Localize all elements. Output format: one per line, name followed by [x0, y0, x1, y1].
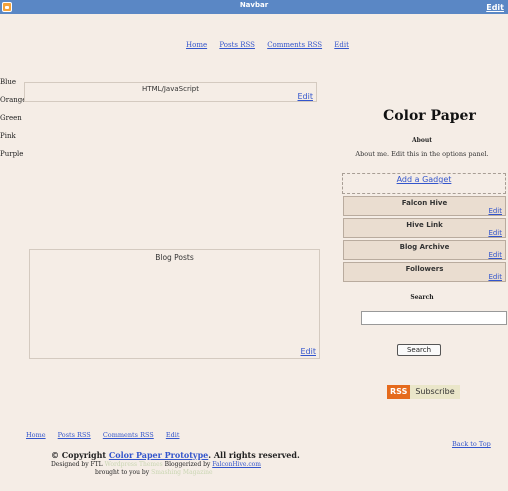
nav-edit-link[interactable]: Edit: [334, 41, 349, 49]
html-javascript-widget: HTML/JavaScript Edit: [24, 82, 317, 102]
about-heading: About: [412, 137, 432, 144]
followers-edit-link[interactable]: Edit: [488, 273, 502, 281]
nav-comments-rss-link[interactable]: Comments RSS: [267, 41, 322, 49]
designed-by-faded-link[interactable]: Wordpress Themes: [105, 461, 163, 468]
footer-edit-link[interactable]: Edit: [166, 431, 180, 439]
blog-posts-title: Blog Posts: [155, 253, 194, 262]
falcon-hive-widget: Falcon Hive Edit: [343, 196, 506, 216]
followers-title: Followers: [405, 265, 444, 273]
html-widget-edit-link[interactable]: Edit: [298, 92, 314, 101]
search-button[interactable]: Search: [397, 344, 441, 356]
about-text: About me. Edit this in the options panel…: [355, 150, 489, 158]
blog-archive-widget: Blog Archive Edit: [343, 240, 506, 260]
footer-posts-rss-link[interactable]: Posts RSS: [58, 431, 91, 439]
copyright-prefix: © Copyright: [51, 450, 109, 460]
color-item-pink[interactable]: Pink: [0, 127, 26, 145]
color-item-orange[interactable]: Orange: [0, 91, 26, 109]
blog-posts-edit-link[interactable]: Edit: [301, 347, 317, 356]
search-heading: Search: [410, 294, 434, 301]
brought-by-faded-link[interactable]: Smashing Magazine: [151, 469, 213, 476]
navbar-title: Navbar: [239, 1, 269, 9]
brought-by: brought to you by Smashing Magazine: [95, 469, 213, 476]
html-widget-title: HTML/JavaScript: [142, 85, 199, 93]
falcon-hive-edit-link[interactable]: Edit: [488, 207, 502, 215]
search-input[interactable]: [361, 311, 507, 325]
copyright-suffix: . All rights reserved.: [208, 450, 300, 460]
navbar-edit-link[interactable]: Edit: [486, 3, 504, 12]
navbar: Navbar Edit: [0, 0, 508, 14]
followers-widget: Followers Edit: [343, 262, 506, 282]
nav-home-link[interactable]: Home: [186, 41, 207, 49]
nav-posts-rss-link[interactable]: Posts RSS: [219, 41, 255, 49]
color-list: Blue Orange Green Pink Purple: [0, 73, 26, 163]
color-item-green[interactable]: Green: [0, 109, 26, 127]
footer-nav: Home Posts RSS Comments RSS Edit: [26, 431, 189, 439]
color-item-purple[interactable]: Purple: [0, 145, 26, 163]
bloggerized-link[interactable]: FalconHive.com: [212, 461, 261, 468]
blog-archive-title: Blog Archive: [399, 243, 450, 251]
copyright: © Copyright Color Paper Prototype. All r…: [51, 450, 300, 460]
back-to-top-link[interactable]: Back to Top: [452, 440, 491, 448]
hive-link-title: Hive Link: [406, 221, 443, 229]
copyright-link[interactable]: Color Paper Prototype: [109, 450, 208, 460]
top-nav: Home Posts RSS Comments RSS Edit: [186, 41, 359, 49]
blog-posts-widget: Blog Posts Edit: [29, 249, 320, 359]
bloggerized-by-text: Bloggerized by: [164, 461, 211, 468]
falcon-hive-title: Falcon Hive: [401, 199, 448, 207]
hive-link-edit-link[interactable]: Edit: [488, 229, 502, 237]
blog-title[interactable]: Color Paper: [342, 108, 508, 124]
footer-home-link[interactable]: Home: [26, 431, 46, 439]
rss-subscribe-button[interactable]: RSS Subscribe: [387, 385, 460, 399]
add-gadget-link[interactable]: Add a Gadget: [397, 175, 452, 184]
subscribe-label: Subscribe: [410, 385, 460, 399]
hive-link-widget: Hive Link Edit: [343, 218, 506, 238]
rss-icon: RSS: [387, 385, 411, 399]
designed-by-text: Designed by FTL: [51, 461, 103, 468]
add-gadget-box: Add a Gadget: [342, 173, 506, 194]
color-item-blue[interactable]: Blue: [0, 73, 26, 91]
blog-archive-edit-link[interactable]: Edit: [488, 251, 502, 259]
brought-by-text: brought to you by: [95, 469, 150, 476]
designed-by: Designed by FTL Wordpress Themes Blogger…: [51, 461, 261, 468]
footer-comments-rss-link[interactable]: Comments RSS: [103, 431, 154, 439]
